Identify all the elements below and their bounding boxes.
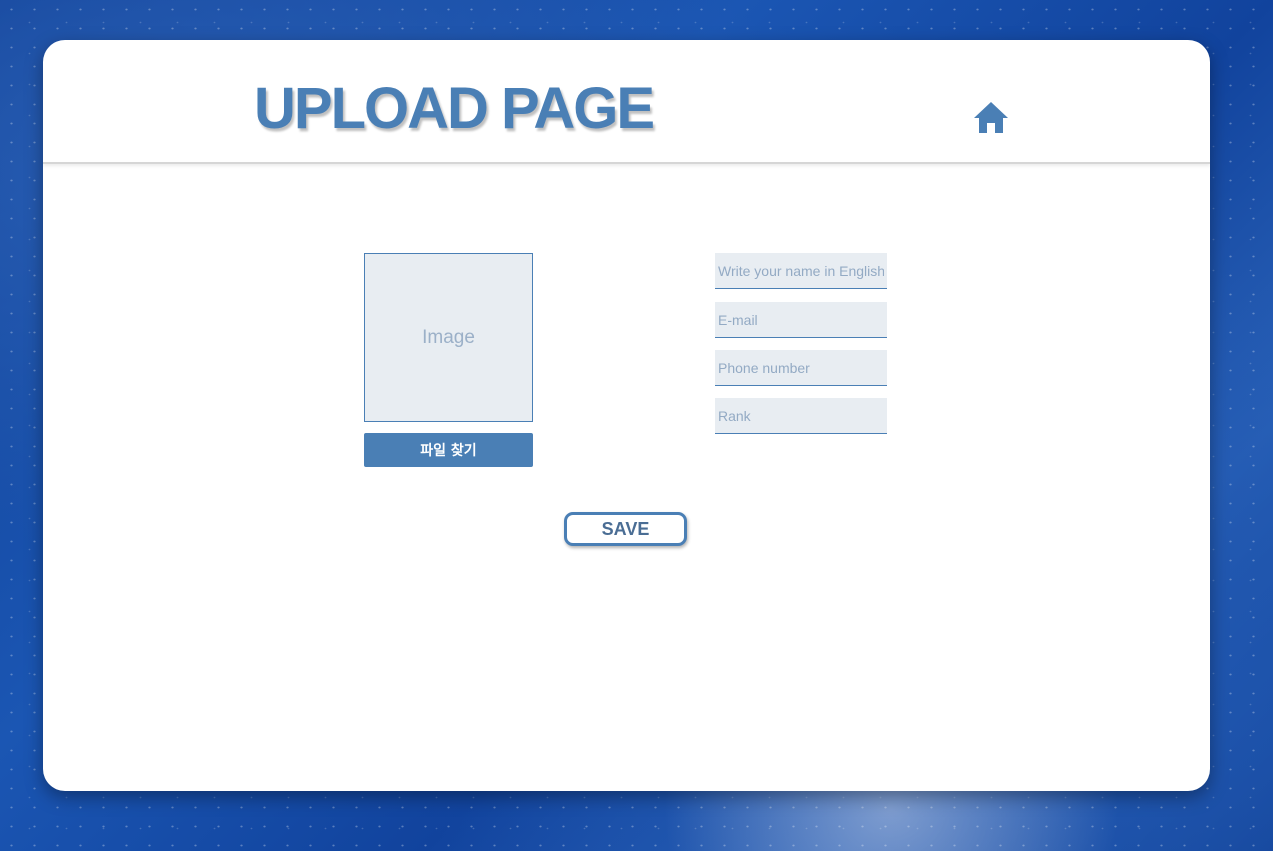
page-header: UPLOAD PAGE	[43, 40, 1210, 164]
phone-field[interactable]	[715, 350, 887, 386]
image-placeholder-label: Image	[422, 326, 475, 348]
email-field[interactable]	[715, 302, 887, 338]
upload-card: UPLOAD PAGE Image 파일 찾기 SAVE	[43, 40, 1210, 791]
home-button[interactable]	[972, 100, 1010, 136]
page-title: UPLOAD PAGE	[254, 76, 655, 141]
name-field[interactable]	[715, 253, 887, 289]
rank-field[interactable]	[715, 398, 887, 434]
home-icon	[974, 102, 1008, 133]
save-button[interactable]: SAVE	[564, 512, 687, 546]
find-file-button[interactable]: 파일 찾기	[364, 433, 533, 467]
image-preview: Image	[364, 253, 533, 422]
